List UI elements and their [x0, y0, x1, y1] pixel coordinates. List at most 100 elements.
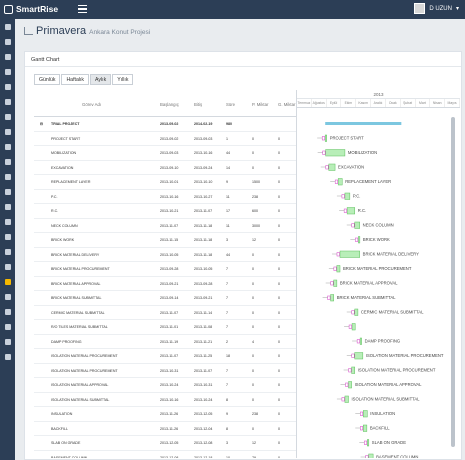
user-menu[interactable]: D UZUN ▾: [414, 3, 459, 14]
gantt-bar[interactable]: [351, 366, 356, 374]
sidebar-item-18[interactable]: [0, 289, 15, 304]
task-name: EXCAVATION: [51, 165, 74, 170]
gantt-bar-label: P.C.: [353, 194, 361, 199]
sidebar-item-7[interactable]: [0, 124, 15, 139]
task-name: ISOLATION MATERIAL APPROVAL: [51, 383, 109, 387]
gantt-bar[interactable]: [328, 163, 336, 171]
table-row[interactable]: REPLACEMENT LAYER 2013-10-01 2013-10-10 9 15…: [34, 175, 296, 190]
gantt-bar[interactable]: [344, 395, 349, 403]
gantt-bar[interactable]: [344, 192, 351, 200]
gantt-bar[interactable]: [358, 236, 361, 244]
dependency-link-icon: [356, 339, 360, 344]
table-row[interactable]: BRICK MATERIAL PROCUREMENT 2013-09-28 2013…: [34, 262, 296, 277]
tab-2[interactable]: Aylık: [90, 74, 112, 85]
column-header-5[interactable]: G. Miktar: [278, 102, 295, 107]
table-row[interactable]: ISOLATION MATERIAL PROCUREMENT 2013-11-07…: [34, 349, 296, 364]
table-row[interactable]: EXCAVATION 2013-09-10 2013-09-24 14 0 0: [34, 161, 296, 175]
table-row[interactable]: R/O TILES MATERIAL SUBMITTAL 2013-11-01 20…: [34, 320, 296, 335]
task-name: DAMP PROOFING: [51, 339, 82, 344]
sidebar-item-2[interactable]: [0, 49, 15, 64]
task-p-amount: 0: [252, 252, 254, 257]
sidebar-item-4[interactable]: [0, 79, 15, 94]
sidebar-item-22[interactable]: [0, 349, 15, 364]
table-row[interactable]: BACKFILL 2013-11-26 2013-12-04 8 0 0: [34, 422, 296, 436]
table-row[interactable]: ISOLATION MATERIAL PROCUREMENT 2013-10-31…: [34, 364, 296, 378]
gantt-bar[interactable]: [363, 424, 368, 432]
table-row[interactable]: DAMP PROOFING 2013-11-19 2013-11-21 2 4 0: [34, 335, 296, 349]
gantt-bar[interactable]: [368, 453, 374, 458]
sidebar-item-1[interactable]: [0, 34, 15, 49]
column-header-1[interactable]: Başlangıç: [160, 102, 179, 107]
gantt-bar[interactable]: [351, 323, 356, 331]
sidebar-item-9[interactable]: [0, 154, 15, 169]
task-p-amount: 0: [252, 325, 254, 329]
sidebar-item-17[interactable]: [0, 274, 15, 289]
gantt-bar[interactable]: [324, 134, 327, 142]
gantt-bar[interactable]: [337, 178, 343, 186]
table-row[interactable]: INSULATION 2013-11-26 2013-12-05 9 238 0: [34, 407, 296, 422]
brand-logo[interactable]: SmartRise: [4, 4, 58, 14]
sidebar-item-14[interactable]: [0, 229, 15, 244]
sidebar-item-19[interactable]: [0, 304, 15, 319]
tab-0[interactable]: Günlük: [34, 74, 61, 85]
gantt-bar[interactable]: [354, 352, 364, 360]
gantt-bar-label: BRICK MATERIAL DELIVERY: [363, 252, 419, 257]
table-row[interactable]: MOBILIZATION 2013-09-03 2013-10-16 44 0 0: [34, 146, 296, 161]
gantt-bar-label: DAMP PROOFING: [365, 339, 401, 344]
gantt-bar[interactable]: [367, 439, 370, 447]
table-row[interactable]: CERMIC MATERIAL SUBMITTAL 2013-11-07 2013-…: [34, 306, 296, 320]
column-header-4[interactable]: P. Miktar: [252, 102, 268, 107]
table-row[interactable]: NECK COLUMN 2013-11-07 2013-11-18 11 3000 0: [34, 219, 296, 233]
table-row[interactable]: PROJECT START 2013-09-02 2013-09-03 1 0 0: [34, 132, 296, 146]
gantt-bar[interactable]: [346, 207, 356, 215]
sidebar-item-11[interactable]: [0, 184, 15, 199]
column-header-3[interactable]: Süre: [226, 102, 235, 107]
gantt-bar[interactable]: [339, 250, 360, 258]
table-row[interactable]: P.C. 2013-10-16 2013-10-27 11 238 0: [34, 190, 296, 204]
sidebar-item-6[interactable]: [0, 109, 15, 124]
sidebar-item-15[interactable]: [0, 244, 15, 259]
gantt-bar[interactable]: [325, 149, 346, 157]
sidebar-item-21[interactable]: [0, 334, 15, 349]
vertical-scrollbar[interactable]: [451, 117, 455, 447]
gantt-bar[interactable]: [354, 221, 360, 229]
task-name: BACKFILL: [51, 426, 68, 431]
gantt-bar[interactable]: [336, 265, 341, 273]
table-row[interactable]: BRICK MATERIAL SUBMITTAL 2013-09-14 2013-0…: [34, 291, 296, 306]
table-row[interactable]: ⊟ TRIAL PROJECT 2013-09-02 2014-02-19 980: [34, 117, 296, 132]
table-row[interactable]: R.C. 2013-10-21 2013-11-07 17 600 0: [34, 204, 296, 219]
gantt-bar[interactable]: [359, 337, 362, 345]
table-row[interactable]: BASEMENT COLUMN 2013-12-08 2013-12-18 10 79 0: [34, 451, 296, 459]
task-start: 2013-09-14: [160, 296, 179, 300]
gantt-bar[interactable]: [330, 294, 334, 302]
sidebar-item-10[interactable]: [0, 169, 15, 184]
sidebar-item-5[interactable]: [0, 94, 15, 109]
tab-3[interactable]: Yıllık: [112, 74, 134, 85]
collapse-toggle-icon[interactable]: ⊟: [40, 122, 43, 126]
sidebar-item-16[interactable]: [0, 259, 15, 274]
sidebar-item-20[interactable]: [0, 319, 15, 334]
table-row[interactable]: BRICK MATERIAL DELIVERY 2013-10-05 2013-11…: [34, 248, 296, 262]
hamburger-menu-icon[interactable]: [78, 5, 87, 13]
sidebar-item-0[interactable]: [0, 19, 15, 34]
table-row[interactable]: ISOLATION MATERIAL SUBMITTAL 2013-10-16 20…: [34, 393, 296, 407]
gantt-bar[interactable]: [348, 381, 352, 389]
sidebar-item-3[interactable]: [0, 64, 15, 79]
gantt-bar[interactable]: [363, 410, 368, 418]
truck-icon: [4, 158, 11, 165]
table-row[interactable]: ISOLATION MATERIAL APPROVAL 2013-10-24 201…: [34, 378, 296, 393]
task-p-amount: 238: [252, 412, 258, 416]
sidebar-item-13[interactable]: [0, 214, 15, 229]
sidebar-item-8[interactable]: [0, 139, 15, 154]
column-header-0[interactable]: Görev Adı: [82, 102, 101, 107]
column-header-2[interactable]: Bitiş: [194, 102, 202, 107]
gantt-bar-label: BACKFILL: [370, 426, 390, 431]
gantt-bar[interactable]: [354, 308, 359, 316]
tab-1[interactable]: Haftalık: [61, 74, 90, 85]
table-row[interactable]: SLAB ON GRADE 2013-12-05 2013-12-08 3 12 0: [34, 436, 296, 451]
table-row[interactable]: BRICK MATERIAL APPROVAL 2013-09-21 2013-09…: [34, 277, 296, 291]
table-row[interactable]: BRICK WORK 2013-11-15 2013-11-18 3 12 0: [34, 233, 296, 248]
summary-bar[interactable]: [325, 122, 402, 125]
gantt-bar[interactable]: [333, 279, 338, 287]
sidebar-item-12[interactable]: [0, 199, 15, 214]
